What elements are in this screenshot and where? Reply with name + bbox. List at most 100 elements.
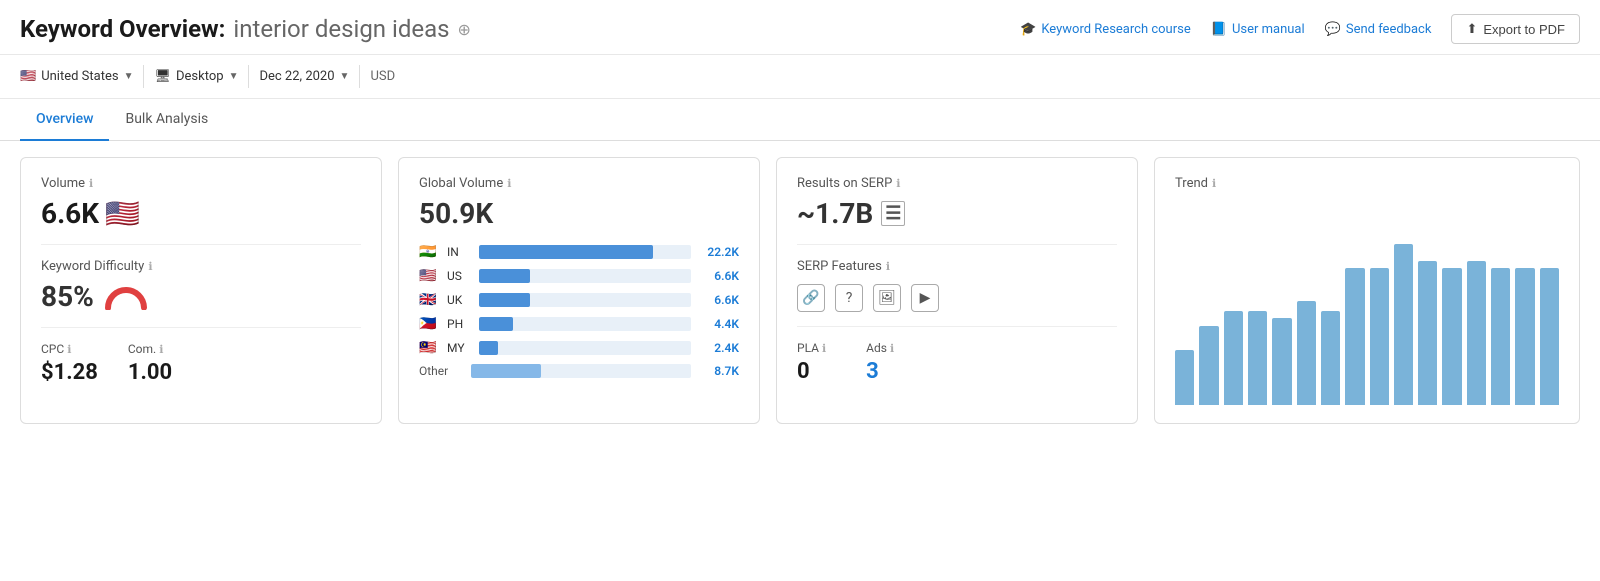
volume-label: Volume ℹ: [41, 176, 361, 191]
kd-value-row: 85%: [41, 280, 361, 313]
serp-document-icon: ☰: [881, 201, 905, 226]
serp-label: Results on SERP ℹ: [797, 176, 1117, 191]
ads-info-icon[interactable]: ℹ: [890, 342, 894, 355]
trend-bar: [1224, 311, 1243, 405]
country-row: 🇺🇸 US 6.6K: [419, 268, 739, 284]
trend-bar-column: [1321, 215, 1340, 405]
title-area: Keyword Overview: interior design ideas …: [20, 15, 471, 43]
trend-bar-column: [1297, 215, 1316, 405]
desktop-icon: 🖥: [154, 69, 171, 84]
trend-bar: [1345, 268, 1364, 405]
add-keyword-icon[interactable]: ⊕: [458, 20, 471, 39]
export-icon: ⬆: [1466, 21, 1477, 37]
trend-chart: [1175, 205, 1559, 405]
kd-info-icon[interactable]: ℹ: [148, 260, 152, 273]
trend-bar: [1418, 261, 1437, 405]
country-flag-icon: 🇬🇧: [419, 292, 439, 308]
trend-bar: [1491, 268, 1510, 405]
trend-bar-column: [1272, 215, 1291, 405]
trend-bar: [1321, 311, 1340, 405]
other-bar-fill: [471, 364, 541, 378]
trend-bar: [1297, 301, 1316, 405]
kd-arc-chart: [104, 284, 148, 310]
image-icon: 🖼: [873, 284, 901, 312]
bar-fill: [479, 341, 498, 355]
global-volume-value: 50.9K: [419, 197, 739, 230]
com-value: 1.00: [128, 360, 172, 385]
serp-info-icon[interactable]: ℹ: [896, 177, 900, 190]
trend-bar: [1467, 261, 1486, 405]
feedback-icon: 💬: [1325, 22, 1341, 37]
filters-bar: 🇺🇸 United States ▼ 🖥 Desktop ▼ Dec 22, 2…: [0, 55, 1600, 99]
trend-label: Trend ℹ: [1175, 176, 1559, 191]
page-title-keyword: interior design ideas: [233, 15, 449, 43]
trend-card: Trend ℹ: [1154, 157, 1580, 424]
country-flag-icon: 🇺🇸: [20, 69, 36, 84]
device-filter[interactable]: 🖥 Desktop ▼: [144, 65, 249, 88]
country-flag-icon: 🇲🇾: [419, 340, 439, 356]
country-value: 22.2K: [699, 245, 739, 259]
country-code: PH: [447, 317, 471, 331]
bar-background: [479, 317, 691, 331]
bar-fill: [479, 245, 653, 259]
trend-bar: [1175, 350, 1194, 405]
country-row: 🇲🇾 MY 2.4K: [419, 340, 739, 356]
volume-info-icon[interactable]: ℹ: [89, 177, 93, 190]
play-icon: ▶: [911, 284, 939, 312]
country-chevron-icon: ▼: [124, 71, 134, 82]
trend-bar-column: [1199, 215, 1218, 405]
cpc-info-icon[interactable]: ℹ: [67, 343, 71, 356]
page-title-static: Keyword Overview:: [20, 15, 225, 43]
serp-card: Results on SERP ℹ ~1.7B ☰ SERP Features …: [776, 157, 1138, 424]
trend-bar-column: [1248, 215, 1267, 405]
bar-background: [479, 245, 691, 259]
serp-features-info-icon[interactable]: ℹ: [886, 260, 890, 273]
country-filter[interactable]: 🇺🇸 United States ▼: [20, 65, 144, 88]
bar-background: [479, 293, 691, 307]
trend-bar: [1394, 244, 1413, 406]
manual-icon: 📘: [1211, 22, 1227, 37]
trend-bar-column: [1442, 215, 1461, 405]
com-section: Com. ℹ 1.00: [128, 342, 172, 385]
tab-overview[interactable]: Overview: [20, 99, 109, 141]
trend-bar: [1442, 268, 1461, 405]
bar-background: [479, 341, 691, 355]
us-flag-icon: 🇺🇸: [105, 197, 140, 230]
keyword-research-course-link[interactable]: 🎓 Keyword Research course: [1020, 22, 1191, 37]
other-bar-background: [471, 364, 691, 378]
global-volume-card: Global Volume ℹ 50.9K 🇮🇳 IN 22.2K 🇺🇸 US …: [398, 157, 760, 424]
send-feedback-link[interactable]: 💬 Send feedback: [1325, 22, 1432, 37]
com-label: Com. ℹ: [128, 342, 172, 356]
trend-bar: [1540, 268, 1559, 405]
tab-bulk-analysis[interactable]: Bulk Analysis: [109, 99, 224, 141]
trend-info-icon[interactable]: ℹ: [1212, 177, 1216, 190]
trend-bar: [1199, 326, 1218, 406]
country-row: 🇮🇳 IN 22.2K: [419, 244, 739, 260]
date-filter[interactable]: Dec 22, 2020 ▼: [249, 65, 360, 88]
cards-container: Volume ℹ 6.6K 🇺🇸 Keyword Difficulty ℹ 85…: [0, 157, 1600, 444]
course-icon: 🎓: [1020, 22, 1036, 37]
trend-bar-column: [1370, 215, 1389, 405]
country-flag-icon: 🇺🇸: [419, 268, 439, 284]
global-volume-label: Global Volume ℹ: [419, 176, 739, 191]
cpc-section: CPC ℹ $1.28: [41, 342, 98, 385]
country-bars-list: 🇮🇳 IN 22.2K 🇺🇸 US 6.6K 🇬🇧 UK 6.6K 🇵🇭 PH …: [419, 244, 739, 378]
country-value: 2.4K: [699, 341, 739, 355]
export-pdf-button[interactable]: ⬆ Export to PDF: [1451, 14, 1580, 44]
header-actions: 🎓 Keyword Research course 📘 User manual …: [1020, 14, 1580, 44]
global-volume-info-icon[interactable]: ℹ: [507, 177, 511, 190]
link-icon: 🔗: [797, 284, 825, 312]
cpc-com-row: CPC ℹ $1.28 Com. ℹ 1.00: [41, 342, 361, 385]
trend-bar-column: [1224, 215, 1243, 405]
date-chevron-icon: ▼: [340, 71, 350, 82]
trend-bar-column: [1418, 215, 1437, 405]
other-row: Other 8.7K: [419, 364, 739, 378]
trend-bar: [1272, 318, 1291, 405]
pla-info-icon[interactable]: ℹ: [822, 342, 826, 355]
pla-label: PLA ℹ: [797, 341, 826, 355]
user-manual-link[interactable]: 📘 User manual: [1211, 22, 1305, 37]
com-info-icon[interactable]: ℹ: [159, 343, 163, 356]
bar-fill: [479, 293, 530, 307]
country-code: MY: [447, 341, 471, 355]
volume-card: Volume ℹ 6.6K 🇺🇸 Keyword Difficulty ℹ 85…: [20, 157, 382, 424]
